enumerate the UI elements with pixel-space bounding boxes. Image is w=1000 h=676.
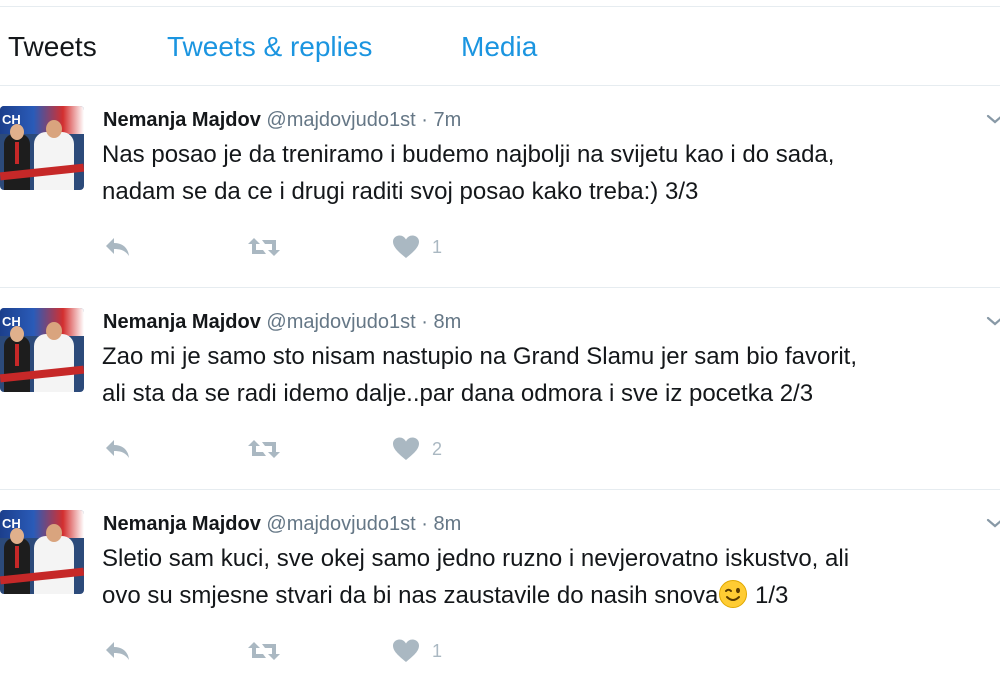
- tweet[interactable]: CH Nemanja Majdov @majdovjudo1st · 8m Sl…: [0, 490, 1000, 676]
- tweet-text-line: nadam se da ce i drugi raditi svoj posao…: [102, 178, 699, 205]
- retweet-icon: [246, 234, 282, 260]
- tweet-text-line: ovo su smjesne stvari da bi nas zaustavi…: [102, 577, 1000, 614]
- like-button[interactable]: 2: [392, 434, 442, 464]
- top-strip: [0, 0, 1000, 7]
- tweet-timestamp[interactable]: 8m: [433, 311, 461, 333]
- like-button[interactable]: 1: [392, 636, 442, 666]
- author-name[interactable]: Nemanja Majdov: [103, 109, 261, 131]
- tweet-timestamp[interactable]: 7m: [433, 109, 461, 131]
- retweet-button[interactable]: [246, 434, 282, 464]
- chevron-down-icon[interactable]: [984, 108, 1000, 130]
- tweet-header: Nemanja Majdov @majdovjudo1st · 8m: [103, 308, 461, 336]
- like-count: 1: [432, 640, 443, 661]
- author-name[interactable]: Nemanja Majdov: [103, 311, 261, 333]
- tweet-actions: 2: [100, 434, 500, 464]
- retweet-icon: [246, 436, 282, 462]
- tweet-text-line: Nas posao je da treniramo i budemo najbo…: [102, 141, 835, 168]
- tweet-text-line: Zao mi je samo sto nisam nastupio na Gra…: [102, 343, 857, 370]
- reply-button[interactable]: [102, 434, 132, 464]
- tweet[interactable]: CH Nemanja Majdov @majdovjudo1st · 8m Za…: [0, 288, 1000, 490]
- profile-tabs: Tweets Tweets & replies Media: [0, 7, 1000, 86]
- tweet-text-line: Sletio sam kuci, sve okej samo jedno ruz…: [102, 545, 850, 572]
- avatar[interactable]: CH: [0, 106, 84, 190]
- avatar[interactable]: CH: [0, 308, 84, 392]
- tweet-text: Sletio sam kuci, sve okej samo jedno ruz…: [102, 540, 1000, 614]
- tweet-text: Nas posao je da treniramo i budemo najbo…: [102, 136, 1000, 210]
- tab-tweets-and-replies[interactable]: Tweets & replies: [167, 29, 372, 65]
- reply-icon: [102, 436, 132, 462]
- retweet-button[interactable]: [246, 232, 282, 262]
- chevron-down-icon[interactable]: [984, 512, 1000, 534]
- tab-media[interactable]: Media: [461, 29, 537, 65]
- like-button[interactable]: 1: [392, 232, 442, 262]
- tweet-header: Nemanja Majdov @majdovjudo1st · 7m: [103, 106, 461, 134]
- chevron-down-icon[interactable]: [984, 310, 1000, 332]
- like-count: 1: [432, 236, 443, 257]
- tweet-text-line: ali sta da se radi idemo dalje..par dana…: [102, 380, 814, 407]
- separator-dot: ·: [421, 109, 428, 131]
- reply-button[interactable]: [102, 232, 132, 262]
- tab-tweets[interactable]: Tweets: [8, 29, 97, 65]
- author-handle[interactable]: @majdovjudo1st: [266, 311, 415, 333]
- like-count: 2: [432, 438, 443, 459]
- heart-icon: [392, 436, 420, 462]
- retweet-button[interactable]: [246, 636, 282, 666]
- author-name[interactable]: Nemanja Majdov: [103, 513, 261, 535]
- reply-button[interactable]: [102, 636, 132, 666]
- author-handle[interactable]: @majdovjudo1st: [266, 109, 415, 131]
- avatar[interactable]: CH: [0, 510, 84, 594]
- tweet-text: Zao mi je samo sto nisam nastupio na Gra…: [102, 338, 1000, 412]
- reply-icon: [102, 638, 132, 664]
- tweet-timestamp[interactable]: 8m: [433, 513, 461, 535]
- retweet-icon: [246, 638, 282, 664]
- separator-dot: ·: [421, 513, 428, 535]
- tweet-actions: 1: [100, 232, 500, 262]
- heart-icon: [392, 638, 420, 664]
- heart-icon: [392, 234, 420, 260]
- separator-dot: ·: [421, 311, 428, 333]
- tweet-header: Nemanja Majdov @majdovjudo1st · 8m: [103, 510, 461, 538]
- reply-icon: [102, 234, 132, 260]
- author-handle[interactable]: @majdovjudo1st: [266, 513, 415, 535]
- tweet[interactable]: CH Nemanja Majdov @majdovjudo1st · 7m Na…: [0, 86, 1000, 288]
- winking-face-emoji-icon: [718, 579, 748, 609]
- tweet-actions: 1: [100, 636, 500, 666]
